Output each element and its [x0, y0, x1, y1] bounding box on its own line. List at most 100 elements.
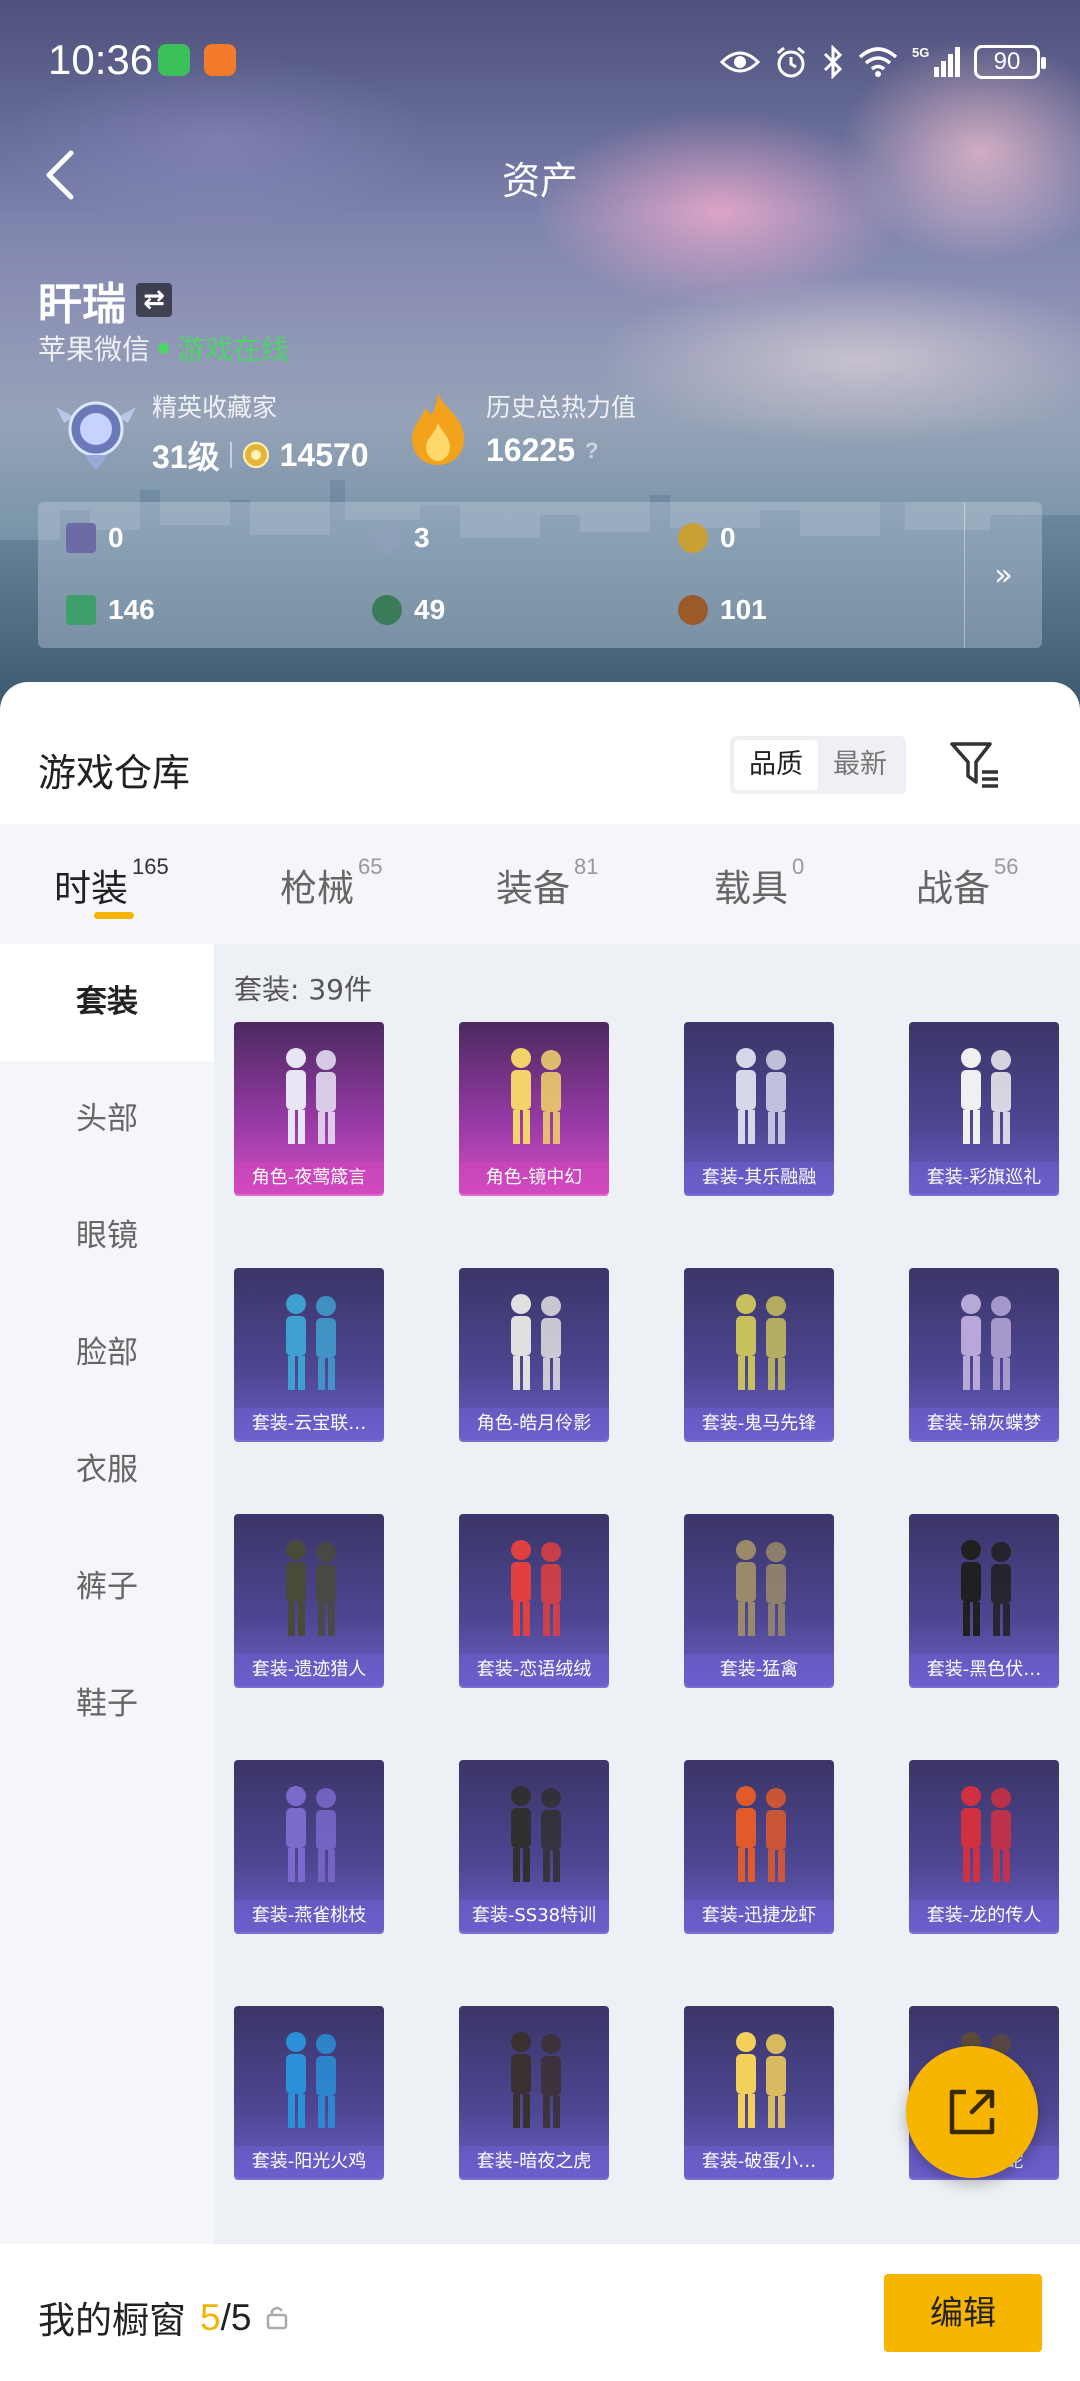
outfit-card[interactable]: 套装-鬼马先锋 [684, 1268, 834, 1440]
outfit-card[interactable]: 套装-阳光火鸡 [234, 2006, 384, 2178]
outfit-card-label: 角色-夜莺箴言 [234, 1162, 384, 1194]
outfit-card[interactable]: 套装-燕雀桃枝 [234, 1760, 384, 1932]
outfit-figure-icon [736, 1294, 786, 1390]
outfit-figure-icon [961, 1048, 1011, 1144]
tab-count: 81 [574, 854, 599, 879]
outfit-card[interactable]: 套装-其乐融融 [684, 1022, 834, 1194]
outfit-card[interactable]: 套装-破蛋小… [684, 2006, 834, 2178]
currency-item[interactable]: 0 [66, 522, 124, 554]
outfit-card[interactable]: 套装-锦灰蝶梦 [909, 1268, 1059, 1440]
currency-value: 49 [414, 594, 446, 625]
outfit-card[interactable]: 套装-黑色伏… [909, 1514, 1059, 1686]
currency-item[interactable]: 3 [372, 522, 430, 554]
outfit-card[interactable]: 角色-夜莺箴言 [234, 1022, 384, 1194]
currency-more-button[interactable]: » [964, 502, 1042, 648]
heat-label: 历史总热力值 [486, 393, 637, 422]
page-title: 资产 [501, 159, 578, 203]
outfit-card-label: 套装-迅捷龙虾 [684, 1900, 834, 1932]
status-bar: 10:36 5G 90 [0, 0, 1080, 120]
orb-green-icon [372, 595, 402, 625]
outfit-card[interactable]: 角色-皓月伶影 [459, 1268, 609, 1440]
outfit-card-label: 套装-破蛋小… [684, 2146, 834, 2178]
tab-combat-gear[interactable]: 战备 56 [916, 824, 1018, 944]
outfit-card-label: 套装-阳光火鸡 [234, 2146, 384, 2178]
tab-label: 载具 [714, 867, 788, 910]
sort-toggle: 品质 最新 [730, 736, 906, 794]
outfit-card[interactable]: 套装-恋语绒绒 [459, 1514, 609, 1686]
app-notification-icon [204, 44, 236, 76]
sort-by-newest[interactable]: 最新 [818, 740, 902, 790]
outfit-card[interactable]: 套装-暗夜之虎 [459, 2006, 609, 2178]
tab-equipment[interactable]: 装备 81 [496, 824, 598, 944]
outfit-card[interactable]: 角色-镜中幻 [459, 1022, 609, 1194]
currency-value: 146 [108, 594, 155, 625]
outfit-card-label: 套装-龙的传人 [909, 1900, 1059, 1932]
outfit-card[interactable]: 套装-龙的传人 [909, 1760, 1059, 1932]
currency-item[interactable]: 0 [678, 522, 736, 554]
card-icon [66, 523, 96, 553]
sidebar-item-glasses[interactable]: 眼镜 [0, 1178, 214, 1295]
outfit-card[interactable]: 套装-SS38特训 [459, 1760, 609, 1932]
outfit-card[interactable]: 套装-遗迹猎人 [234, 1514, 384, 1686]
sidebar-item-clothes[interactable]: 衣服 [0, 1412, 214, 1529]
battery-indicator: 90 [974, 45, 1046, 79]
category-tabs: 时装 165 枪械 65 装备 81 载具 0 战备 56 [0, 824, 1080, 944]
outfit-card-label: 套装-锦灰蝶梦 [909, 1408, 1059, 1440]
collector-stat[interactable]: 精英收藏家 31级 14570 [54, 388, 369, 478]
heat-stat[interactable]: 历史总热力值 16225 ? [404, 388, 636, 469]
outfit-figure-icon [961, 1294, 1011, 1390]
currency-item[interactable]: 146 [66, 594, 155, 626]
outfit-card-label: 套装-暗夜之虎 [459, 2146, 609, 2178]
sort-by-quality[interactable]: 品质 [734, 740, 818, 790]
profile-name-text: 盰瑞 [38, 279, 126, 330]
wechat-icon [158, 44, 190, 76]
tab-label: 装备 [496, 867, 570, 910]
sidebar-item-face[interactable]: 脸部 [0, 1295, 214, 1412]
currency-panel: 0 3 0 146 49 101 » [38, 502, 1042, 648]
tab-count: 65 [358, 854, 383, 879]
outfit-card[interactable]: 套装-云宝联… [234, 1268, 384, 1440]
edit-button[interactable]: 编辑 [884, 2274, 1042, 2352]
outfit-card[interactable]: 套装-彩旗巡礼 [909, 1022, 1059, 1194]
svg-text:5G: 5G [912, 45, 929, 60]
tab-vehicles[interactable]: 载具 0 [714, 824, 804, 944]
wifi-icon [858, 47, 898, 77]
online-dot [158, 342, 170, 354]
help-icon[interactable]: ? [585, 438, 598, 464]
outfit-figure-icon [286, 2032, 336, 2128]
tab-label: 时装 [54, 867, 128, 910]
tab-count: 0 [792, 854, 805, 879]
status-time: 10:36 [48, 36, 154, 83]
coin-gold-icon [678, 523, 708, 553]
filter-button[interactable] [944, 734, 1004, 794]
outfit-card[interactable]: 套装-猛禽 [684, 1514, 834, 1686]
outfit-card[interactable]: 套装-迅捷龙虾 [684, 1760, 834, 1932]
outfit-card-label: 套装-彩旗巡礼 [909, 1162, 1059, 1194]
warehouse-title: 游戏仓库 [38, 751, 191, 795]
showcase-title: 我的橱窗 [38, 2299, 186, 2342]
outfit-figure-icon [736, 1786, 786, 1882]
signal-5g-icon: 5G [912, 45, 960, 77]
currency-value: 0 [720, 522, 736, 553]
outfit-card-label: 套装-黑色伏… [909, 1654, 1059, 1686]
bottom-bar: 我的橱窗 5/5 编辑 [0, 2244, 1080, 2381]
currency-item[interactable]: 49 [372, 594, 445, 626]
sidebar-item-pants[interactable]: 裤子 [0, 1529, 214, 1646]
currency-value: 0 [108, 522, 124, 553]
outfit-card-label: 套装-其乐融融 [684, 1162, 834, 1194]
switch-account-icon[interactable]: ⇄ [136, 283, 172, 317]
tab-fashion[interactable]: 时装 165 [54, 824, 169, 944]
tab-label: 战备 [916, 867, 990, 910]
outfit-card-label: 套装-燕雀桃枝 [234, 1900, 384, 1932]
collector-points: 14570 [279, 436, 369, 473]
share-button[interactable] [906, 2046, 1038, 2178]
lock-icon [267, 2306, 288, 2330]
sidebar-item-head[interactable]: 头部 [0, 1061, 214, 1178]
outfit-figure-icon [736, 2032, 786, 2128]
tab-guns[interactable]: 枪械 65 [280, 824, 382, 944]
sidebar-item-outfit[interactable]: 套装 [0, 944, 214, 1061]
currency-item[interactable]: 101 [678, 594, 767, 626]
outfit-figure-icon [736, 1540, 786, 1636]
outfit-card-label: 套装-云宝联… [234, 1408, 384, 1440]
sidebar-item-shoes[interactable]: 鞋子 [0, 1646, 214, 1763]
